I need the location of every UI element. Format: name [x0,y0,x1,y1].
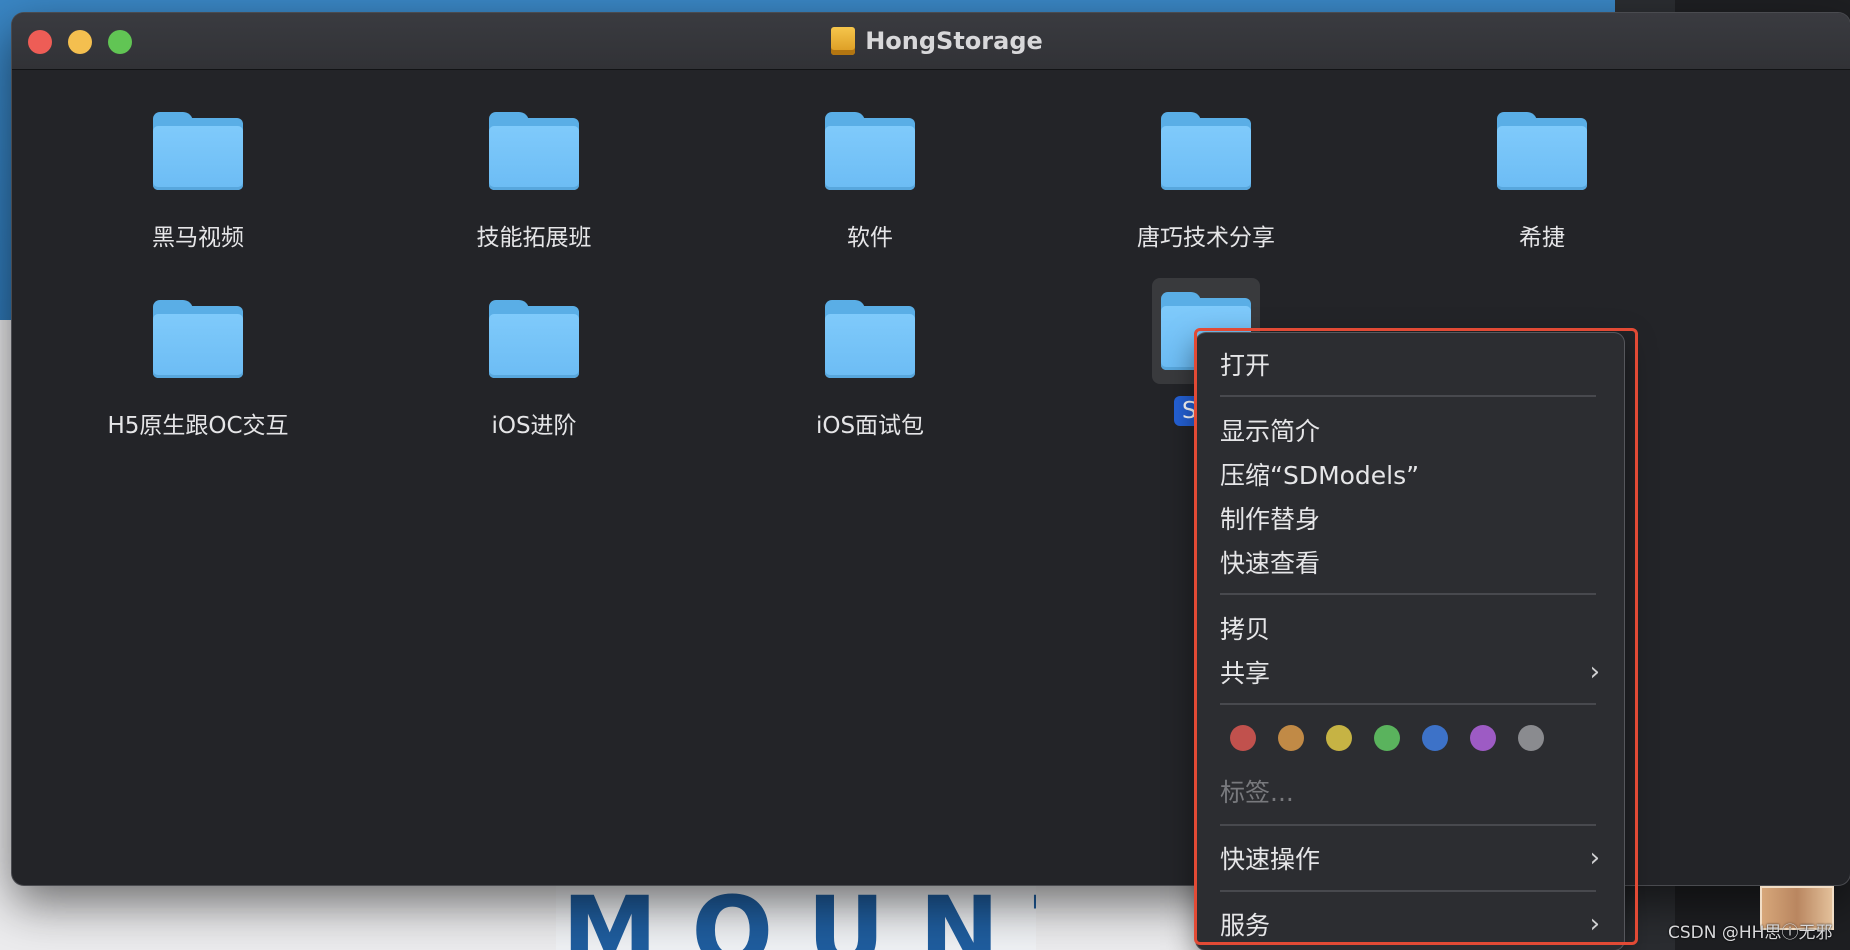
folder-label[interactable]: H5原生跟OC交互 [99,404,296,442]
folder-icon[interactable] [144,286,252,392]
folder-icon[interactable] [1152,98,1260,204]
folder-item[interactable]: 黑马视频 [78,98,318,254]
watermark: CSDN @HH思ⓘ无邪 [1668,923,1833,943]
folder-item[interactable]: H5原生跟OC交互 [78,286,318,442]
title-bar[interactable]: HongStorage [12,13,1850,70]
folder-icon[interactable] [480,286,588,392]
folder-icon[interactable] [144,98,252,204]
highlight-outline [1194,328,1638,945]
folder-label[interactable]: 技能拓展班 [469,216,600,254]
folder-label[interactable]: 黑马视频 [144,216,252,254]
mounty-banner: MOUNTY [556,882,1036,950]
folder-label[interactable]: 唐巧技术分享 [1129,216,1283,254]
folder-item[interactable]: 技能拓展班 [414,98,654,254]
folder-item[interactable]: 唐巧技术分享 [1086,98,1326,254]
folder-label[interactable]: 软件 [839,216,901,254]
folder-icon[interactable] [1488,98,1596,204]
folder-label[interactable]: iOS面试包 [808,404,932,442]
folder-icon[interactable] [480,98,588,204]
external-drive-icon [831,27,856,55]
banner-text: MOUNTY [562,882,1036,950]
folder-item[interactable]: iOS进阶 [414,286,654,442]
folder-icon[interactable] [816,98,924,204]
window-title-area: HongStorage [12,13,1850,69]
folder-item[interactable]: 软件 [750,98,990,254]
folder-label[interactable]: 希捷 [1511,216,1573,254]
folder-label[interactable]: iOS进阶 [483,404,584,442]
folder-item[interactable]: 希捷 [1422,98,1662,254]
folder-item[interactable]: iOS面试包 [750,286,990,442]
folder-icon[interactable] [816,286,924,392]
window-title: HongStorage [865,27,1043,55]
